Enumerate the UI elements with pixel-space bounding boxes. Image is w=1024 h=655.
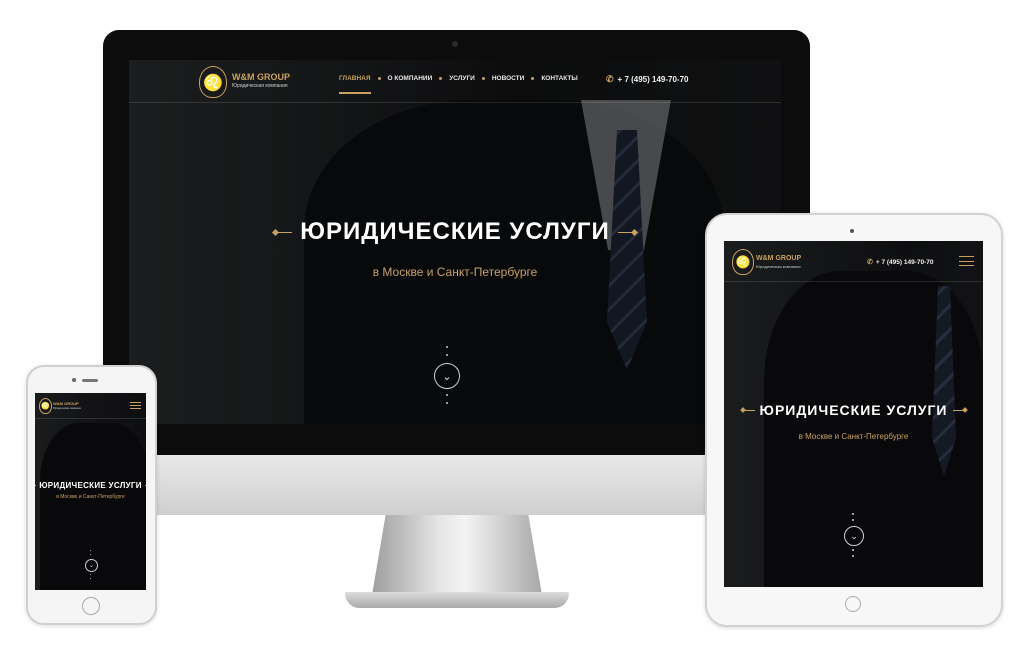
heading-ornament-left [35, 485, 37, 487]
nav-active-indicator [339, 92, 371, 94]
desktop-monitor-chin [103, 455, 810, 515]
logo-tagline: Юридическая компания [756, 264, 801, 269]
logo-tagline: Юридическая компания [53, 407, 81, 410]
chevron-down-icon[interactable]: ⌄ [844, 526, 864, 546]
hero-title-text: ЮРИДИЧЕСКИЕ УСЛУГИ [759, 402, 948, 418]
nav-separator [481, 77, 485, 80]
hero-heading: ЮРИДИЧЕСКИЕ УСЛУГИ [724, 402, 983, 418]
desktop-monitor-stand [372, 515, 542, 595]
phone-number: + 7 (495) 149-70-70 [617, 75, 689, 84]
scroll-dots-top [446, 346, 448, 356]
desktop-screen: ♌ W&M GROUP Юридическая компания ГЛАВНАЯ… [129, 60, 781, 424]
hero-heading: ЮРИДИЧЕСКИЕ УСЛУГИ [129, 218, 781, 246]
site-header: ♌ W&M GROUP Юридическая компания ГЛАВНАЯ… [129, 60, 781, 103]
nav-separator [531, 77, 535, 80]
hero-subtitle: в Москве и Санкт-Петербурге [372, 265, 538, 279]
tablet-camera [850, 229, 854, 233]
heading-ornament-right [952, 407, 968, 413]
lion-head-icon[interactable]: ♌ [199, 66, 227, 98]
lion-head-icon[interactable]: ♌ [732, 249, 754, 275]
chevron-down-icon[interactable]: ⌄ [85, 559, 98, 572]
hero-title-text: ЮРИДИЧЕСКИЕ УСЛУГИ [300, 218, 610, 245]
nav-item-label: ГЛАВНАЯ [339, 75, 371, 82]
scroll-dots-top [90, 550, 91, 555]
nav-item-news[interactable]: НОВОСТИ [492, 75, 525, 82]
lion-head-icon[interactable]: ♌ [39, 398, 52, 414]
hero-title-text: ЮРИДИЧЕСКИЕ УСЛУГИ [39, 481, 142, 490]
phone-icon: ✆ [606, 74, 614, 84]
hero-heading: ЮРИДИЧЕСКИЕ УСЛУГИ [35, 481, 146, 490]
phone-camera [72, 378, 76, 382]
tablet-home-button [845, 596, 861, 612]
nav-item-services[interactable]: УСЛУГИ [449, 75, 475, 82]
hamburger-menu-icon[interactable] [959, 256, 974, 266]
desktop-camera [452, 41, 458, 47]
scroll-dots-bottom [446, 394, 448, 404]
phone-speaker [82, 379, 98, 382]
chevron-down-icon[interactable]: ⌄ [434, 363, 460, 389]
scroll-dots-bottom [852, 549, 854, 557]
main-nav: ГЛАВНАЯ О КОМПАНИИ УСЛУГИ НОВОСТИ КОНТАК… [339, 75, 578, 94]
hero-subtitle: в Москве и Санкт-Петербурге [56, 494, 125, 500]
phone-number: + 7 (495) 149-70-70 [875, 258, 934, 266]
desktop-monitor-base [345, 592, 569, 608]
scroll-dots-bottom [90, 574, 91, 579]
heading-ornament-left [739, 407, 755, 413]
heading-ornament-left [272, 228, 293, 236]
logo-tagline: Юридическая компания [232, 83, 288, 89]
phone-icon: ✆ [867, 259, 873, 266]
logo-name[interactable]: W&M GROUP [756, 255, 801, 262]
scroll-dots-top [852, 513, 854, 521]
header-phone[interactable]: ✆ + 7 (495) 149-70-70 [867, 258, 934, 267]
heading-ornament-right [144, 485, 146, 487]
hero-subtitle: в Москве и Санкт-Петербурге [798, 432, 909, 441]
heading-ornament-right [617, 228, 638, 236]
nav-separator [439, 77, 443, 80]
nav-item-home[interactable]: ГЛАВНАЯ [339, 75, 371, 94]
nav-separator [377, 77, 381, 80]
logo-name[interactable]: W&M GROUP [232, 72, 290, 82]
hamburger-menu-icon[interactable] [130, 402, 141, 409]
logo-name[interactable]: W&M GROUP [53, 401, 79, 406]
site-header: ♌ W&M GROUP Юридическая компания ✆ + 7 (… [724, 241, 983, 282]
phone-home-button [82, 597, 100, 615]
nav-item-about[interactable]: О КОМПАНИИ [388, 75, 433, 82]
tablet-screen: ♌ W&M GROUP Юридическая компания ✆ + 7 (… [724, 241, 983, 587]
site-header: ♌ W&M GROUP Юридическая компания [35, 393, 146, 419]
header-phone[interactable]: ✆ + 7 (495) 149-70-70 [606, 74, 688, 85]
nav-item-contacts[interactable]: КОНТАКТЫ [541, 75, 577, 82]
mobile-screen: ♌ W&M GROUP Юридическая компания ЮРИДИЧЕ… [35, 393, 146, 590]
